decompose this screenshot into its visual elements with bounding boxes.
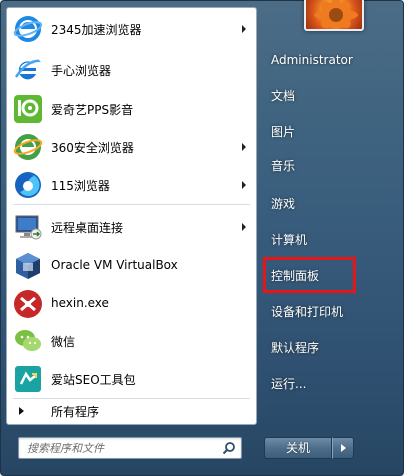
- program-item-115-browser[interactable]: 115浏览器: [9, 168, 254, 202]
- program-item-remote-desktop[interactable]: 远程桌面连接: [9, 210, 254, 244]
- right-item-label: 计算机: [271, 233, 308, 247]
- aizhan-seo-icon: [15, 366, 41, 392]
- programs-divider: [13, 204, 250, 205]
- right-item-label: 游戏: [271, 197, 296, 211]
- right-item-music[interactable]: 音乐: [265, 151, 395, 177]
- submenu-arrow-icon: [242, 223, 246, 231]
- program-item-aizhan-seo[interactable]: 爱站SEO工具包: [9, 362, 254, 396]
- programs-pane: 2345加速浏览器 手心浏览器 爱奇艺PPS影音 360安全浏览器 115浏览器…: [6, 7, 257, 425]
- program-label: 爱奇艺PPS影音: [51, 103, 134, 117]
- right-item-run[interactable]: 运行...: [265, 369, 395, 395]
- program-item-iqiyi-pps[interactable]: 爱奇艺PPS影音: [9, 92, 254, 126]
- start-menu: 2345加速浏览器 手心浏览器 爱奇艺PPS影音 360安全浏览器 115浏览器…: [0, 0, 404, 476]
- program-label: Oracle VM VirtualBox: [51, 258, 178, 272]
- user-name: Administrator: [271, 53, 353, 67]
- 360-browser-icon: [13, 134, 43, 160]
- chevron-right-icon: [341, 444, 346, 452]
- right-item-pictures[interactable]: 图片: [265, 117, 395, 143]
- program-label: 微信: [51, 335, 76, 349]
- program-item-wechat[interactable]: 微信: [9, 324, 254, 358]
- program-label: hexin.exe: [51, 296, 109, 310]
- control-panel-highlight-box: [263, 257, 356, 293]
- shutdown-label: 关机: [285, 441, 310, 455]
- user-avatar[interactable]: [304, 0, 364, 31]
- search-box[interactable]: [18, 437, 242, 459]
- program-item-hexin[interactable]: hexin.exe: [9, 287, 254, 321]
- search-icon[interactable]: [222, 441, 236, 455]
- submenu-arrow-icon: [242, 181, 246, 189]
- right-item-devices-printers[interactable]: 设备和打印机: [265, 297, 395, 323]
- right-item-label: 运行...: [271, 377, 307, 391]
- right-item-label: 设备和打印机: [271, 305, 344, 319]
- program-item-shouxin-browser[interactable]: 手心浏览器: [9, 53, 254, 87]
- search-input[interactable]: [27, 440, 217, 456]
- right-item-documents[interactable]: 文档: [265, 81, 395, 107]
- user-name-link[interactable]: Administrator: [265, 47, 395, 73]
- all-programs-divider: [13, 398, 250, 399]
- shutdown-options-button[interactable]: [332, 437, 354, 459]
- submenu-arrow-icon: [242, 143, 246, 151]
- right-item-label: 默认程序: [271, 341, 320, 355]
- right-item-default-programs[interactable]: 默认程序: [265, 333, 395, 359]
- program-item-360-browser[interactable]: 360安全浏览器: [9, 130, 254, 164]
- program-label: 360安全浏览器: [51, 141, 134, 155]
- program-item-2345-browser[interactable]: 2345加速浏览器: [9, 12, 254, 46]
- shutdown-button[interactable]: 关机: [264, 437, 332, 459]
- program-label: 远程桌面连接: [51, 221, 124, 235]
- submenu-arrow-icon: [242, 25, 246, 33]
- browser-2345-icon: [13, 16, 43, 42]
- all-programs-button[interactable]: 所有程序: [9, 400, 254, 422]
- expand-arrow-icon: [19, 407, 24, 415]
- right-item-label: 图片: [271, 125, 296, 139]
- right-item-label: 文档: [271, 89, 296, 103]
- iqiyi-pps-icon: [14, 95, 42, 123]
- program-item-virtualbox[interactable]: Oracle VM VirtualBox: [9, 249, 254, 283]
- flower-picture-icon: [314, 0, 358, 29]
- program-label: 爱站SEO工具包: [51, 373, 136, 387]
- program-label: 115浏览器: [51, 179, 110, 193]
- right-item-computer[interactable]: 计算机: [265, 225, 395, 251]
- remote-desktop-icon: [15, 215, 42, 240]
- virtualbox-icon: [16, 253, 40, 279]
- hexin-icon: [14, 290, 42, 318]
- right-item-games[interactable]: 游戏: [265, 189, 395, 215]
- right-item-label: 音乐: [271, 159, 296, 173]
- program-label: 手心浏览器: [51, 64, 112, 78]
- program-label: 2345加速浏览器: [51, 23, 142, 37]
- shouxin-browser-icon: [14, 59, 43, 80]
- wechat-icon: [15, 330, 41, 351]
- 115-browser-icon: [15, 172, 41, 198]
- all-programs-label: 所有程序: [51, 405, 100, 419]
